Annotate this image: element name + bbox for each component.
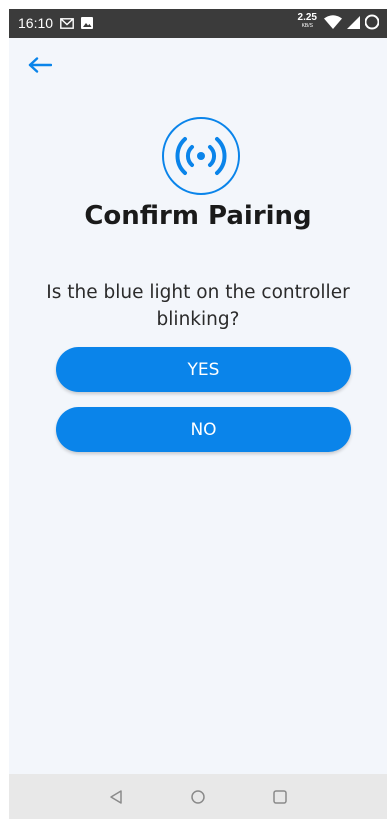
status-time: 16:10 (18, 15, 54, 31)
broadcast-signal-icon (161, 116, 241, 196)
arrow-left-icon (28, 57, 52, 73)
image-icon (81, 17, 94, 29)
network-speed-unit: KB/S (301, 23, 313, 29)
status-right: 2.25 KB/S (297, 12, 379, 30)
navigation-bar (9, 774, 387, 819)
network-speed-value: 2.25 (297, 12, 317, 23)
back-triangle-icon (109, 789, 123, 805)
signal-icon (347, 15, 360, 29)
recents-square-icon (272, 789, 288, 805)
nav-back-button[interactable] (107, 788, 125, 806)
status-bar: 16:10 2.25 KB/S (9, 9, 387, 38)
battery-icon (365, 14, 379, 30)
gmail-icon (60, 17, 74, 29)
pairing-question: Is the blue light on the controller blin… (46, 282, 350, 330)
network-speed: 2.25 KB/S (297, 12, 317, 30)
wifi-icon (324, 15, 342, 29)
app-screen: 16:10 2.25 KB/S Confirm Pairing Is the b… (9, 9, 387, 819)
yes-button[interactable]: YES (56, 347, 351, 392)
back-button[interactable] (25, 51, 55, 79)
status-left: 16:10 (18, 15, 94, 31)
nav-home-button[interactable] (189, 788, 207, 806)
page-title: Confirm Pairing (84, 201, 312, 231)
nav-recents-button[interactable] (271, 788, 289, 806)
home-circle-icon (190, 789, 206, 805)
no-button[interactable]: NO (56, 407, 351, 452)
